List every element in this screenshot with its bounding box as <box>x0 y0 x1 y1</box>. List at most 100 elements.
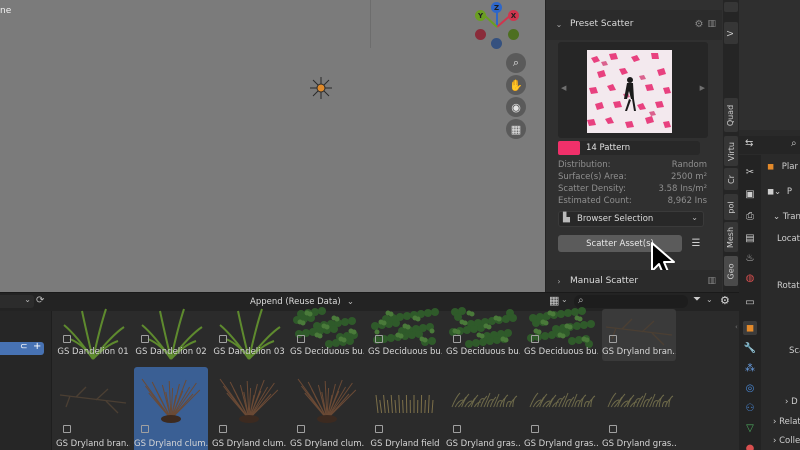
object-field-row[interactable]: ◼⌄ P <box>767 187 792 197</box>
location-label: Locati <box>777 234 800 244</box>
grid-icon[interactable]: ▦ <box>506 119 526 139</box>
gear-icon[interactable]: ⚙ <box>695 19 704 30</box>
gizmo-neg-y[interactable] <box>508 29 519 40</box>
asset-checkbox[interactable] <box>219 425 227 433</box>
asset-tile[interactable]: GS Dryland field <box>368 367 442 450</box>
view-layer-icon[interactable]: ▤ <box>743 231 757 245</box>
panel-menu-icon[interactable]: ▥ <box>707 276 716 286</box>
world-icon[interactable]: ◍ <box>743 271 757 285</box>
add-catalog-icon[interactable]: + <box>33 341 41 352</box>
object-name-row[interactable]: ◼ Plar <box>767 162 798 172</box>
data-icon[interactable]: ▽ <box>743 421 757 435</box>
asset-checkbox[interactable] <box>141 335 149 343</box>
asset-tile[interactable]: GS Dryland gras... <box>446 367 520 450</box>
tool-icon[interactable]: ✂ <box>743 165 757 179</box>
output-icon[interactable]: ⎙ <box>743 209 757 223</box>
asset-tile[interactable]: GS Dryland clum... <box>290 367 364 450</box>
asset-tile[interactable]: GS Dryland gras... <box>524 367 598 450</box>
catalog-selected-item[interactable]: ⊂ + <box>0 341 44 355</box>
asset-tile[interactable]: GS Dryland bran... <box>56 367 130 450</box>
library-dropdown[interactable]: ⌄ <box>0 295 34 308</box>
asset-checkbox[interactable] <box>453 335 461 343</box>
tab-blank[interactable] <box>724 2 738 12</box>
modifier-wrench-icon[interactable]: 🔧 <box>743 341 757 355</box>
navigation-gizmo[interactable]: Z X Y <box>472 2 522 52</box>
asset-checkbox[interactable] <box>141 425 149 433</box>
collections-header[interactable]: › Colle <box>773 436 800 446</box>
tab-pol[interactable]: pol <box>724 194 738 220</box>
asset-tile[interactable]: GS Deciduous bu... <box>290 307 364 361</box>
stat-label-area: Surface(s) Area: <box>558 172 627 182</box>
asset-checkbox[interactable] <box>297 335 305 343</box>
asset-tile[interactable]: GS Deciduous bu... <box>368 308 442 361</box>
hand-pan-icon[interactable]: ✋ <box>506 75 526 95</box>
selection-dropdown[interactable]: ▙ Browser Selection ⌄ <box>558 211 704 227</box>
light-object-icon[interactable] <box>309 76 333 100</box>
scene-icon[interactable]: ♨ <box>743 251 757 265</box>
gizmo-neg-z[interactable] <box>491 38 502 49</box>
asset-checkbox[interactable] <box>609 335 617 343</box>
asset-tile[interactable]: GS Dandelion 03 <box>212 308 286 361</box>
tab-v[interactable]: V <box>724 22 738 44</box>
preset-preview-box[interactable]: ◀ ▶ <box>558 42 708 138</box>
manual-scatter-header[interactable]: › Manual Scatter ▥ <box>552 270 716 292</box>
tab-virtu[interactable]: Virtu <box>724 136 738 166</box>
asset-thumbnail <box>212 373 286 429</box>
transform-panel-header[interactable]: ⌄ Trans <box>773 212 800 222</box>
tab-cr[interactable]: Cr <box>724 168 738 190</box>
preset-scatter-header[interactable]: ⌄ Preset Scatter ⚙ ▥ <box>552 11 716 37</box>
gizmo-neg-x[interactable] <box>475 29 486 40</box>
preset-selector[interactable]: 14 Pattern <box>558 141 700 155</box>
gear-icon[interactable]: ⚙ <box>720 294 730 307</box>
gizmo-x-axis[interactable]: X <box>508 10 519 21</box>
asset-tile[interactable]: GS Dryland gras... <box>602 367 676 450</box>
asset-checkbox[interactable] <box>63 335 71 343</box>
asset-tile[interactable]: GS Deciduous bu... <box>446 307 520 361</box>
collection-icon[interactable]: ▭ <box>743 295 757 309</box>
tab-quad[interactable]: Quad <box>724 98 738 132</box>
asset-tile[interactable]: GS Deciduous bu... <box>524 307 598 361</box>
tab-v-label: V <box>726 30 736 36</box>
gizmo-z-axis[interactable]: Z <box>491 2 502 13</box>
asset-tile[interactable]: GS Dryland clum... <box>134 367 208 450</box>
zoom-icon[interactable]: ⌕ <box>506 53 526 73</box>
delta-transform-header[interactable]: › D <box>785 397 798 407</box>
3d-viewport[interactable]: ne Z X Y ⌕ ✋ ◉ ▦ <box>0 0 545 292</box>
gizmo-y-axis[interactable]: Y <box>475 10 486 21</box>
asset-tile[interactable]: GS Dryland bran... <box>602 309 676 361</box>
asset-checkbox[interactable] <box>219 335 227 343</box>
particles-icon[interactable]: ⁂ <box>743 361 757 375</box>
asset-checkbox[interactable] <box>63 425 71 433</box>
prev-arrow-icon[interactable]: ◀ <box>561 84 566 92</box>
asset-checkbox[interactable] <box>531 425 539 433</box>
asset-tile[interactable]: GS Dandelion 01 <box>56 308 130 361</box>
asset-label: GS Deciduous bu... <box>446 347 520 357</box>
asset-browser: ⌄ ⟳ Append (Reuse Data) ⌄ ▦ ⌄ ⌕ ⏷ ⌄ ⚙ ⊂ … <box>0 292 739 450</box>
asset-checkbox[interactable] <box>297 425 305 433</box>
asset-checkbox[interactable] <box>453 425 461 433</box>
panel-menu-icon[interactable]: ▥ <box>707 19 716 29</box>
tab-mesh[interactable]: Mesh <box>724 222 738 252</box>
asset-tile[interactable]: GS Dryland clum... <box>212 367 286 450</box>
sliders-settings-icon[interactable]: ☰ <box>688 235 704 252</box>
relations-header[interactable]: › Relat <box>773 417 800 427</box>
material-icon[interactable]: ● <box>743 441 757 450</box>
asset-checkbox[interactable] <box>609 425 617 433</box>
editor-type-icon[interactable]: ⇆ <box>745 138 753 149</box>
preset-thumbnail[interactable] <box>587 50 672 133</box>
render-icon[interactable]: ▣ <box>743 187 757 201</box>
camera-icon[interactable]: ◉ <box>506 97 526 117</box>
asset-checkbox[interactable] <box>375 335 383 343</box>
asset-checkbox[interactable] <box>531 335 539 343</box>
filter-icon[interactable]: ⏷ <box>693 294 701 305</box>
catalog-toggle-icon[interactable]: ⊂ <box>20 342 28 352</box>
physics-icon[interactable]: ◎ <box>743 381 757 395</box>
tab-geo[interactable]: Geo <box>724 256 738 286</box>
refresh-icon[interactable]: ⟳ <box>36 295 44 306</box>
asset-tile[interactable]: GS Dandelion 02 <box>134 308 208 361</box>
search-icon[interactable]: ⌕ <box>791 138 797 149</box>
object-icon[interactable]: ◼ <box>743 321 757 335</box>
next-arrow-icon[interactable]: ▶ <box>700 84 705 92</box>
constraints-icon[interactable]: ⚇ <box>743 401 757 415</box>
asset-checkbox[interactable] <box>375 425 383 433</box>
